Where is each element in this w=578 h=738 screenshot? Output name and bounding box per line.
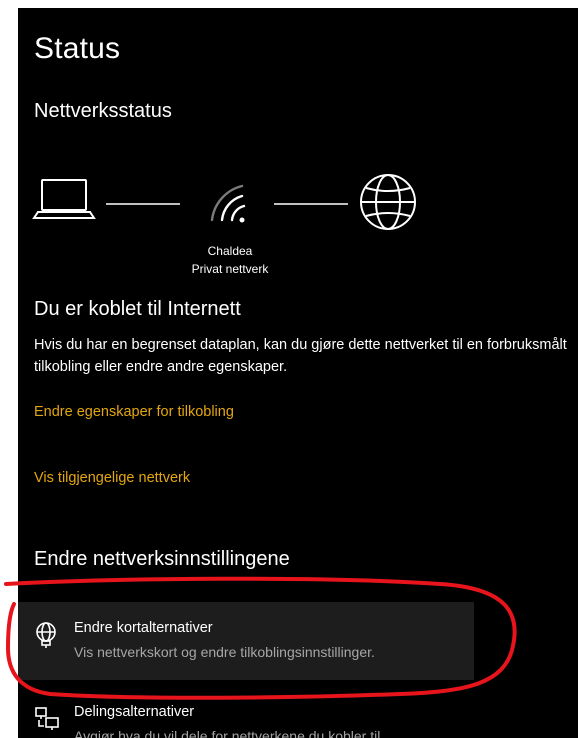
sharing-icon (34, 706, 60, 737)
connection-description: Hvis du har en begrenset dataplan, kan d… (34, 337, 567, 375)
globe-icon (360, 174, 416, 230)
option-description: Vis nettverkskort og endre tilkoblingsin… (74, 644, 375, 660)
network-adapter-icon (34, 622, 58, 653)
option-title: Endre kortalternativer (74, 620, 213, 636)
change-settings-heading: Endre nettverksinnstillingene (34, 548, 290, 570)
settings-panel: Status Nettverksstatus Chaldea Privat ne… (18, 8, 578, 738)
left-edge (0, 0, 18, 738)
option-title: Delingsalternativer (74, 704, 195, 720)
network-info: Chaldea Privat nettverk (170, 242, 290, 278)
option-description: Avgjør hva du vil dele for nettverkene d… (74, 728, 385, 738)
sharing-options-button[interactable]: Delingsalternativer Avgjør hva du vil de… (18, 700, 578, 738)
change-connection-properties-link[interactable]: Endre egenskaper for tilkobling (34, 404, 234, 420)
show-available-networks-link[interactable]: Vis tilgjengelige nettverk (34, 470, 190, 486)
laptop-icon (32, 179, 96, 219)
network-diagram (18, 168, 438, 240)
connection-status-heading: Du er koblet til Internett (34, 298, 241, 320)
page-title: Status (34, 32, 121, 65)
change-adapter-options-button[interactable]: Endre kortalternativer Vis nettverkskort… (18, 602, 474, 680)
network-name: Chaldea (207, 244, 253, 258)
wifi-icon (210, 184, 246, 223)
network-status-heading: Nettverksstatus (34, 100, 172, 122)
network-type: Privat nettverk (191, 262, 269, 276)
